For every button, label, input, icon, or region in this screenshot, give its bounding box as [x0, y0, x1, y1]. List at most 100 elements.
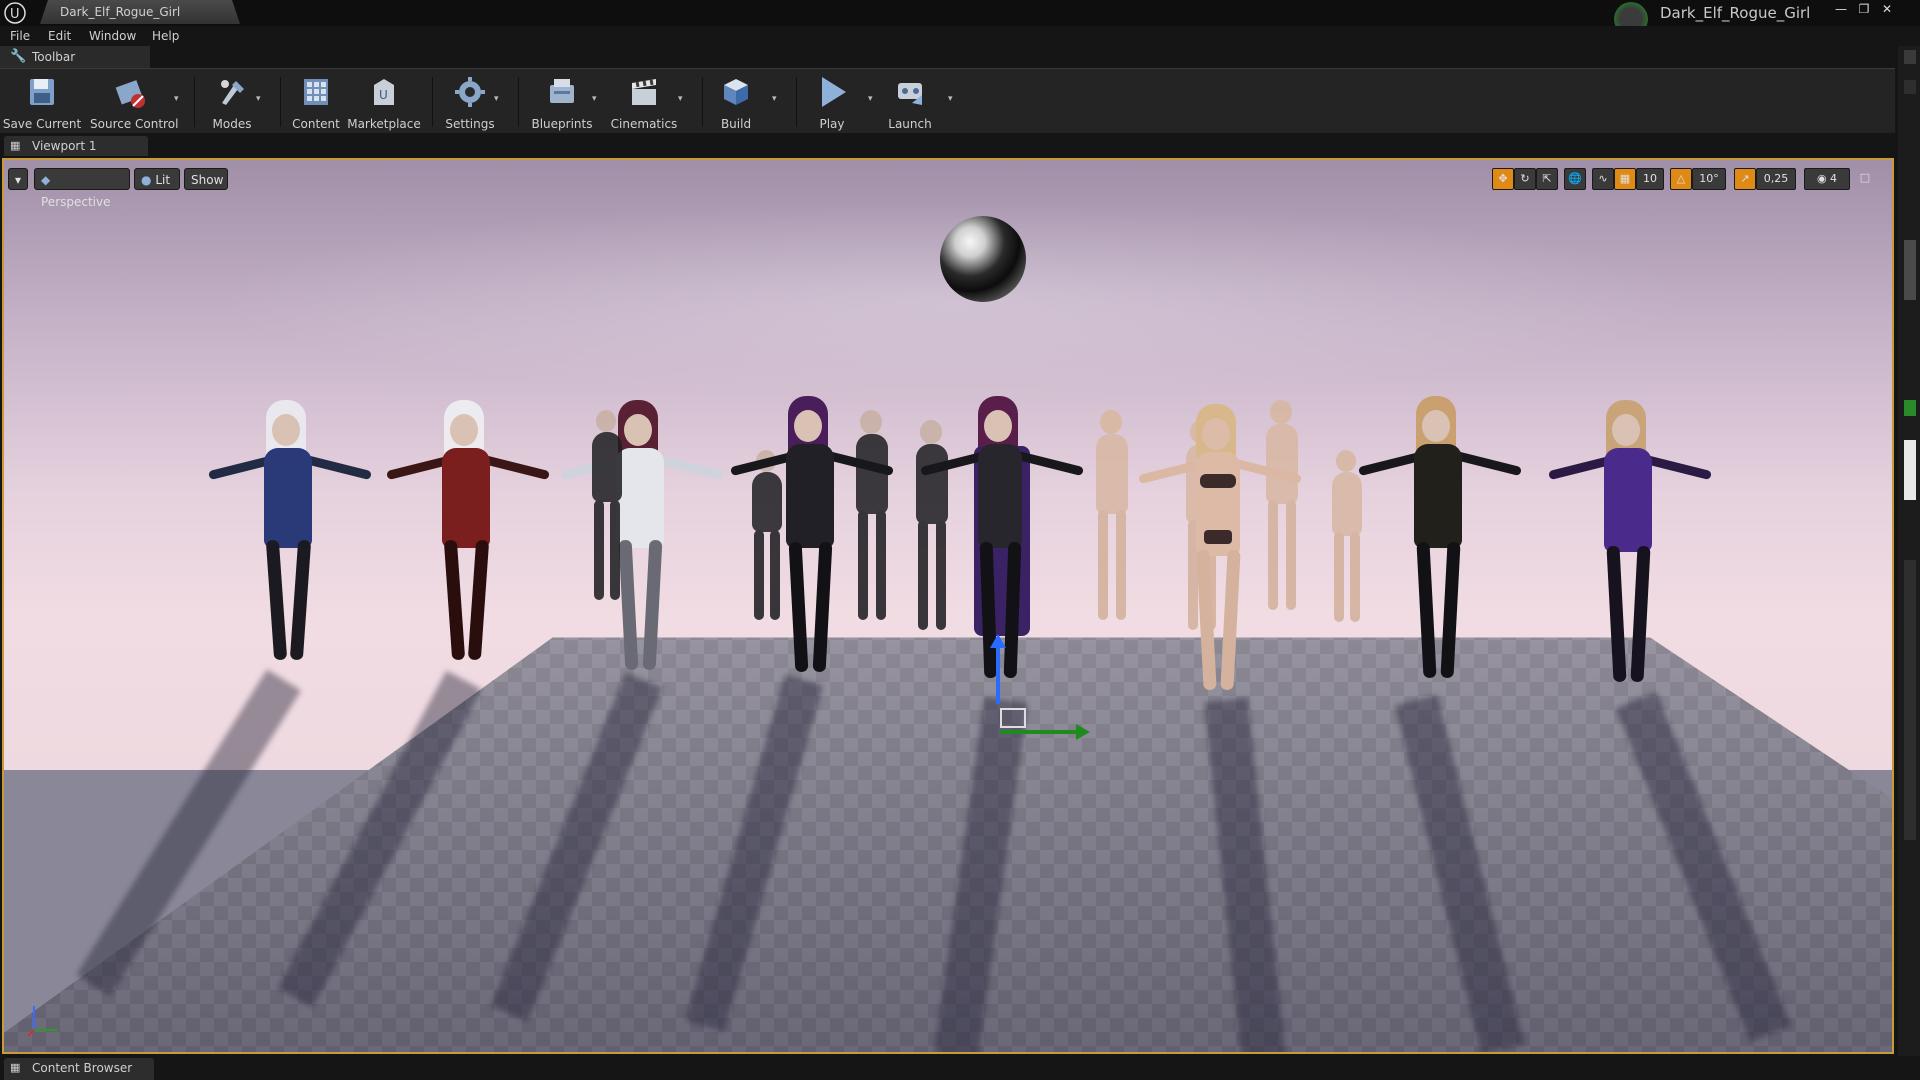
document-tab[interactable]: Dark_Elf_Rogue_Girl: [40, 0, 240, 24]
camera-speed-value: 4: [1830, 172, 1838, 185]
save-icon: [30, 79, 54, 105]
content-browser-tab[interactable]: ▦ Content Browser: [4, 1058, 154, 1080]
cinematics-button[interactable]: Cinematics: [604, 73, 684, 131]
svg-text:U: U: [379, 88, 388, 102]
lit-shield-icon: ●: [141, 173, 152, 187]
search-icon[interactable]: [1904, 80, 1916, 94]
toolbar: Save Current Source Control ▾ Modes ▾ Co…: [0, 68, 1895, 133]
world-local-icon[interactable]: 🌐: [1564, 168, 1586, 190]
lit-button[interactable]: ● Lit: [134, 168, 180, 190]
toolbar-tab[interactable]: 🔧 Toolbar: [0, 46, 150, 68]
play-button[interactable]: Play: [792, 73, 872, 131]
wrench-icon: 🔧: [10, 49, 27, 64]
cinematics-label: Cinematics: [610, 117, 678, 131]
translate-mode-icon[interactable]: ✥: [1492, 168, 1514, 190]
build-label: Build: [720, 117, 752, 131]
rotation-snap-value[interactable]: 10°: [1692, 168, 1726, 190]
separator: [518, 77, 519, 127]
viewport-tab-label: Viewport 1: [32, 139, 97, 153]
camera-speed-button[interactable]: ◉ 4: [1804, 168, 1850, 190]
blueprints-label: Blueprints: [531, 117, 593, 131]
toolbar-tab-label: Toolbar: [32, 50, 76, 64]
cinematics-icon: [632, 79, 656, 105]
panel-menu-icon[interactable]: [1904, 50, 1916, 64]
scale-mode-icon[interactable]: ⇱: [1536, 168, 1558, 190]
character-red-armor[interactable]: [382, 400, 552, 670]
play-icon: [822, 77, 846, 107]
viewport-options-dropdown-icon[interactable]: ▾: [8, 168, 28, 190]
build-icon: [724, 79, 748, 105]
unreal-logo-icon[interactable]: U: [4, 2, 26, 24]
show-button[interactable]: Show: [184, 168, 228, 190]
character-base-mesh-front[interactable]: [1134, 404, 1304, 704]
character-background[interactable]: [564, 410, 654, 610]
add-icon[interactable]: [1904, 400, 1916, 416]
panel-scrollbar[interactable]: [1904, 240, 1916, 300]
content-browser-label: Content Browser: [32, 1061, 133, 1075]
perspective-button[interactable]: ◆ Perspective: [34, 168, 130, 209]
build-button[interactable]: Build: [696, 73, 776, 131]
save-current-button[interactable]: Save Current: [2, 73, 82, 131]
scale-snap-value[interactable]: 0,25: [1756, 168, 1796, 190]
character-purple-cape[interactable]: [916, 396, 1086, 696]
lit-label: Lit: [155, 173, 171, 187]
modes-label: Modes: [212, 117, 252, 131]
blueprints-button[interactable]: Blueprints: [522, 73, 602, 131]
launch-dropdown-icon[interactable]: ▾: [948, 95, 956, 104]
axis-indicator-icon: [27, 1006, 58, 1037]
menu-file[interactable]: File: [10, 29, 30, 45]
source-control-button[interactable]: Source Control: [90, 73, 179, 131]
details-panel-collapsed: [1898, 46, 1920, 1056]
viewport-grid-icon: ▦: [10, 139, 21, 152]
launch-label: Launch: [888, 117, 932, 131]
panel-scrollbar-thumb[interactable]: [1904, 440, 1916, 500]
minimize-icon[interactable]: —: [1832, 2, 1850, 18]
launch-icon: [898, 83, 922, 105]
modes-icon: [221, 80, 244, 105]
marketplace-label: Marketplace: [347, 117, 421, 131]
character-black-armor[interactable]: [726, 396, 896, 686]
scale-snap-icon[interactable]: ↗: [1734, 168, 1756, 190]
viewport-tab[interactable]: ▦ Viewport 1: [4, 136, 148, 156]
character-gold-armor[interactable]: [1354, 396, 1524, 696]
reflection-sphere[interactable]: [940, 216, 1026, 302]
source-control-label: Source Control: [90, 117, 179, 131]
build-dropdown-icon[interactable]: ▾: [772, 95, 780, 104]
marketplace-button[interactable]: U Marketplace: [344, 73, 424, 131]
gizmo-z-axis[interactable]: [996, 644, 1000, 704]
camera-icon: ◉: [1816, 172, 1827, 185]
menu-window[interactable]: Window: [89, 29, 136, 45]
blueprints-dropdown-icon[interactable]: ▾: [592, 95, 600, 104]
bottom-tab-strip: [0, 1056, 1920, 1080]
menu-bar: [0, 26, 1900, 46]
close-icon[interactable]: ✕: [1878, 2, 1896, 18]
launch-button[interactable]: Launch: [870, 73, 950, 131]
menu-help[interactable]: Help: [152, 29, 179, 45]
panel-scrollbar-track[interactable]: [1904, 560, 1916, 840]
perspective-icon: ◆: [41, 173, 51, 187]
content-browser-icon: ▦: [10, 1061, 21, 1074]
maximize-viewport-icon[interactable]: □: [1856, 168, 1874, 190]
marketplace-icon: U: [374, 79, 394, 105]
rotate-mode-icon[interactable]: ↻: [1514, 168, 1536, 190]
modes-dropdown-icon[interactable]: ▾: [256, 95, 264, 104]
gizmo-plane-handle[interactable]: [1000, 708, 1026, 728]
project-name: Dark_Elf_Rogue_Girl: [1660, 4, 1811, 22]
cinematics-dropdown-icon[interactable]: ▾: [678, 95, 686, 104]
gizmo-x-axis[interactable]: [1000, 730, 1080, 734]
svg-text:U: U: [10, 7, 20, 22]
gizmo-x-arrow-icon[interactable]: [1076, 724, 1090, 740]
surface-snap-icon[interactable]: ∿: [1592, 168, 1614, 190]
grid-snap-icon[interactable]: ▦: [1614, 168, 1636, 190]
maximize-icon[interactable]: ❐: [1855, 2, 1873, 18]
character-blue-armor[interactable]: [204, 400, 374, 670]
grid-snap-value[interactable]: 10: [1636, 168, 1664, 190]
source-control-icon: [115, 80, 145, 108]
blueprints-icon: [550, 79, 574, 103]
menu-edit[interactable]: Edit: [48, 29, 71, 45]
rotation-snap-icon[interactable]: △: [1670, 168, 1692, 190]
character-violet-armor[interactable]: [1544, 400, 1714, 700]
settings-dropdown-icon[interactable]: ▾: [494, 95, 502, 104]
source-control-dropdown-icon[interactable]: ▾: [174, 95, 182, 104]
level-viewport[interactable]: ▾ ◆ Perspective ● Lit Show ✥ ↻ ⇱ 🌐 ∿ ▦ 1…: [2, 158, 1894, 1054]
